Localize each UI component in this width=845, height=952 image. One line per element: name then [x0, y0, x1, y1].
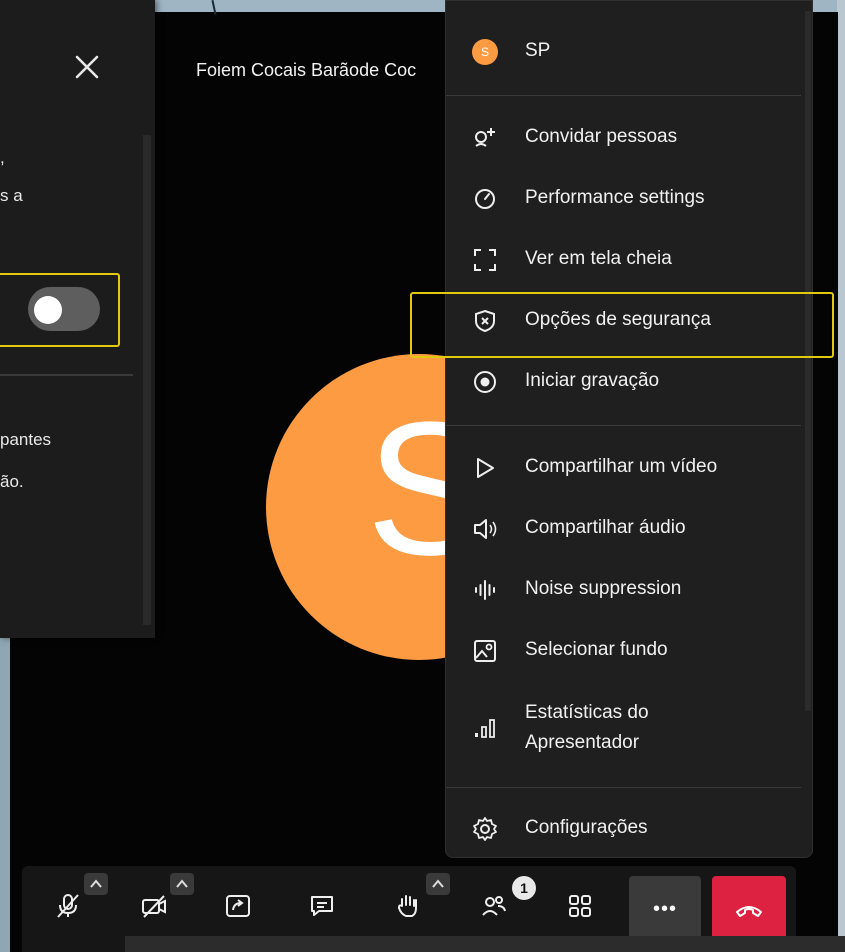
panel-text-line-4: ão.	[0, 472, 24, 491]
menu-divider	[446, 425, 801, 426]
hand-icon	[397, 895, 417, 917]
menu-divider	[446, 95, 801, 96]
menu-item-start-recording[interactable]: Iniciar gravação	[446, 352, 798, 412]
grid-icon	[569, 895, 591, 917]
taskbar-strip	[125, 936, 845, 952]
gauge-icon	[472, 186, 498, 212]
gear-icon	[472, 816, 498, 842]
panel-text-line-3: pantes	[0, 430, 52, 449]
chevron-up-icon	[176, 879, 188, 888]
fullscreen-icon	[472, 247, 498, 273]
menu-item-label: Iniciar gravação	[525, 370, 660, 391]
more-icon: •••	[652, 898, 677, 920]
speaker-icon	[472, 516, 498, 542]
menu-item-settings[interactable]: Configurações	[446, 799, 798, 859]
panel-scrollbar[interactable]	[143, 135, 151, 625]
stats-icon	[472, 715, 498, 741]
raise-hand-button[interactable]	[384, 882, 432, 930]
leave-meeting-button[interactable]	[712, 876, 786, 944]
menu-item-label: Noise suppression	[525, 578, 682, 599]
screen-share-icon	[226, 895, 250, 917]
menu-item-speaker-stats[interactable]: Estatísticas do Apresentador	[446, 682, 798, 772]
menu-item-label: Configurações	[525, 817, 648, 838]
menu-scrollbar[interactable]	[805, 11, 811, 711]
screen-share-button[interactable]	[214, 882, 262, 930]
menu-item-invite[interactable]: Convidar pessoas	[446, 108, 798, 168]
menu-item-label: Compartilhar áudio	[525, 517, 686, 538]
play-icon	[472, 455, 498, 481]
audio-settings-caret[interactable]	[84, 873, 108, 895]
highlight-box-security-options	[410, 292, 834, 358]
window-right-edge	[837, 0, 845, 952]
menu-item-label: Estatísticas do	[525, 702, 649, 723]
video-settings-caret[interactable]	[170, 873, 194, 895]
participants-icon	[482, 896, 506, 916]
menu-item-select-background[interactable]: Selecionar fundo	[446, 621, 798, 681]
participants-count-badge: 1	[512, 876, 536, 900]
menu-item-label: Performance settings	[525, 187, 705, 208]
close-icon[interactable]	[72, 52, 102, 82]
menu-divider	[446, 787, 801, 788]
reactions-caret[interactable]	[426, 873, 450, 895]
meeting-title: Foiem Cocais Barãode Coc	[196, 60, 417, 80]
mic-muted-icon	[57, 894, 79, 918]
menu-item-performance[interactable]: Performance settings	[446, 169, 798, 229]
camera-off-icon	[142, 895, 166, 918]
menu-item-fullscreen[interactable]: Ver em tela cheia	[446, 230, 798, 290]
user-name: SP	[525, 40, 551, 61]
chevron-up-icon	[90, 879, 102, 888]
chevron-up-icon	[432, 879, 444, 888]
record-icon	[472, 369, 498, 395]
more-actions-button[interactable]: •••	[629, 876, 701, 944]
menu-item-label: Selecionar fundo	[525, 639, 668, 660]
menu-item-label: Convidar pessoas	[525, 126, 678, 147]
menu-item-noise-suppression[interactable]: Noise suppression	[446, 560, 798, 620]
menu-item-label-line-2: Apresentador	[525, 732, 640, 753]
menu-item-label: Compartilhar um vídeo	[525, 456, 718, 477]
background-icon	[472, 638, 498, 664]
participants-button[interactable]	[470, 882, 518, 930]
overflow-menu: S SP Convidar pessoas Performance settin…	[445, 0, 813, 858]
hangup-icon	[736, 906, 762, 917]
user-avatar: S	[472, 39, 498, 65]
chat-button[interactable]	[298, 882, 346, 930]
menu-item-label: Ver em tela cheia	[525, 248, 672, 269]
panel-text-line-2: s a	[0, 186, 23, 205]
panel-text-line-1: ,	[0, 148, 5, 167]
menu-item-share-video[interactable]: Compartilhar um vídeo	[446, 438, 798, 498]
chat-icon	[311, 896, 333, 916]
menu-item-share-audio[interactable]: Compartilhar áudio	[446, 499, 798, 559]
tile-view-button[interactable]	[556, 882, 604, 930]
menu-item-profile[interactable]: S SP	[446, 21, 798, 81]
panel-divider	[0, 374, 133, 376]
waveform-icon	[472, 577, 498, 603]
invite-icon	[472, 125, 498, 151]
highlight-box-toggle	[0, 273, 120, 347]
